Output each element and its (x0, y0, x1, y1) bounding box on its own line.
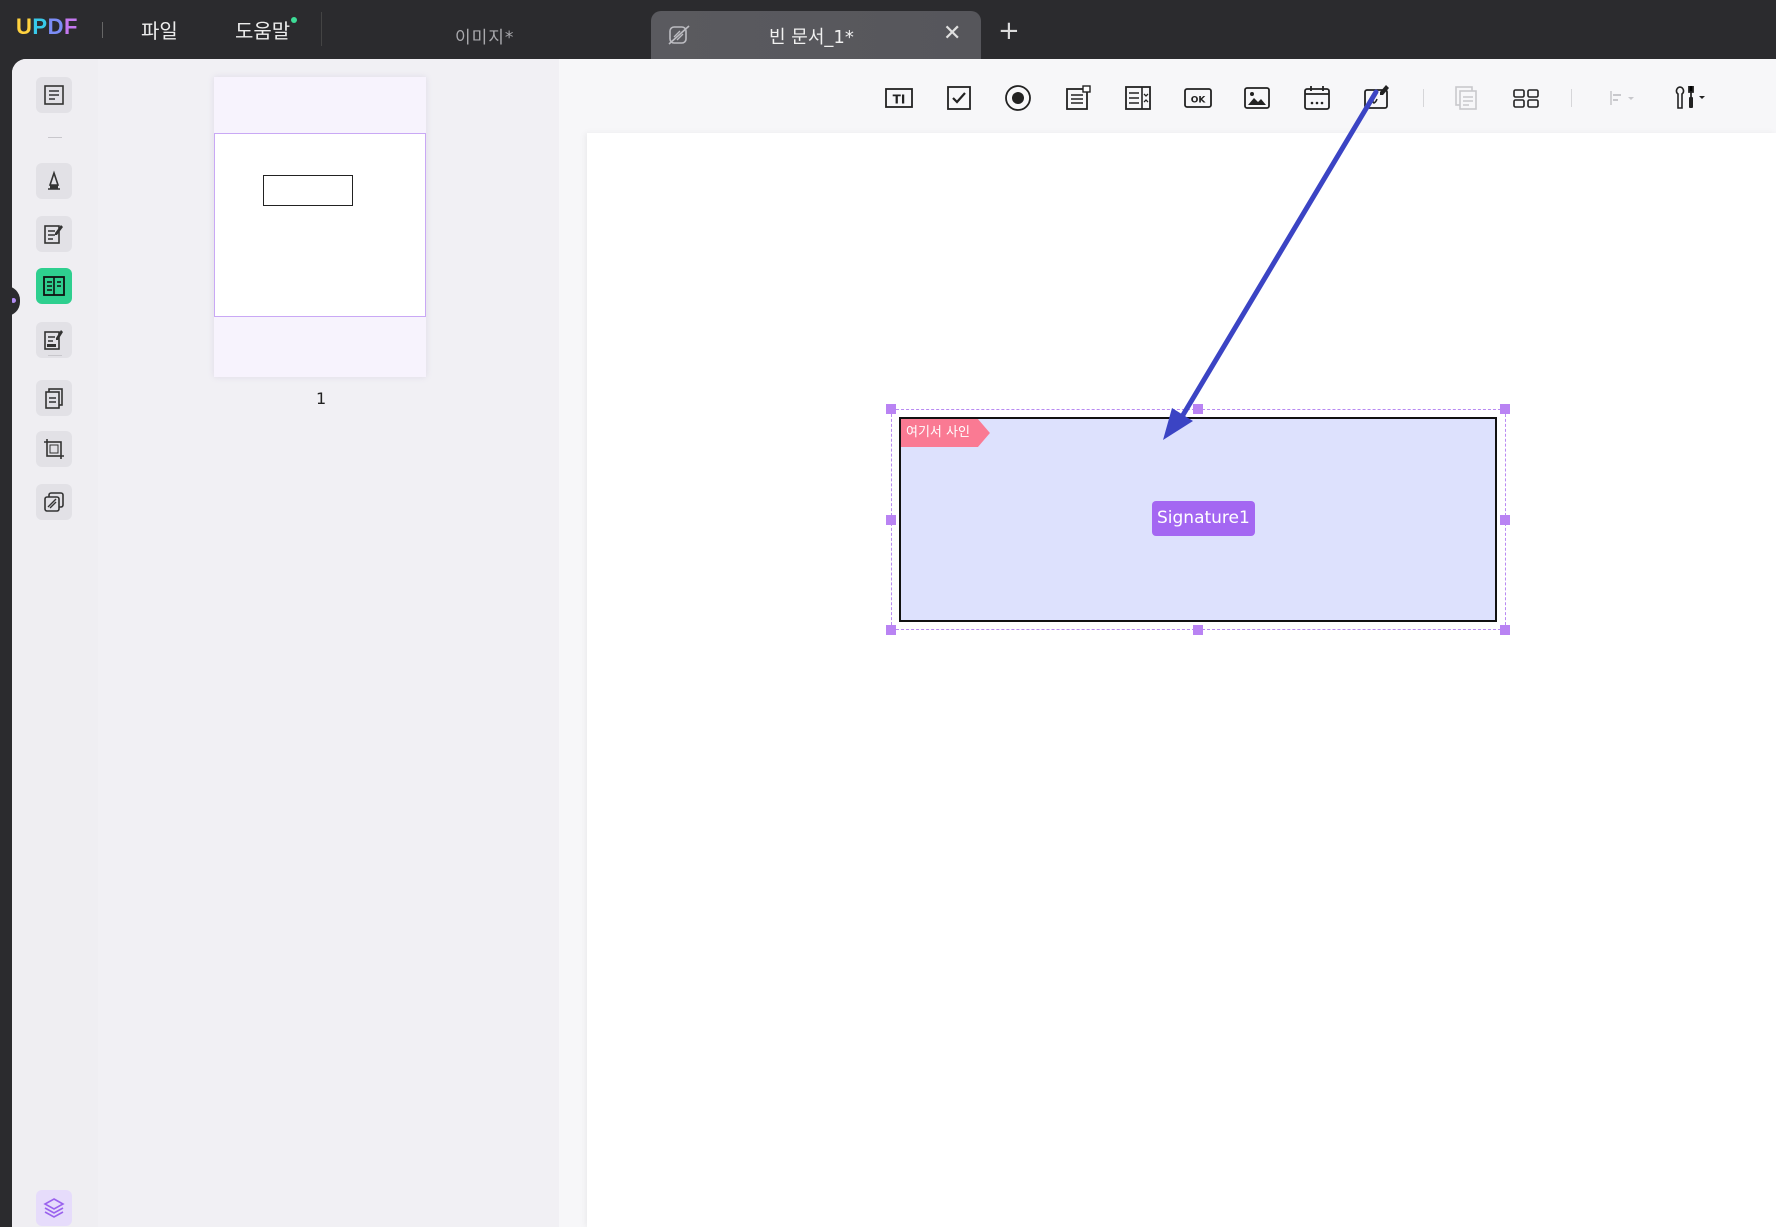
form-tools-dropdown[interactable] (1669, 81, 1713, 115)
align-icon (1610, 91, 1634, 105)
menu-divider (102, 22, 103, 38)
toolbar-divider (1423, 89, 1424, 107)
edit-mode-button[interactable] (36, 216, 72, 252)
add-tab-icon[interactable]: + (998, 18, 1020, 44)
combo-box-tool[interactable] (1061, 81, 1095, 115)
form-toolbar: TI OK (559, 59, 1776, 133)
text-field-tool[interactable]: TI (882, 81, 916, 115)
page-thumbnail[interactable] (214, 77, 426, 377)
radio-button-icon (1005, 85, 1031, 111)
form-mode-button[interactable] (36, 268, 72, 304)
resize-handle-bottom-right[interactable] (1500, 625, 1510, 635)
resize-handle-top-right[interactable] (1500, 404, 1510, 414)
app-workspace: 1 TI OK (12, 59, 1776, 1227)
form-icon (43, 276, 65, 296)
highlighter-icon (48, 170, 60, 190)
sign-document-icon (44, 330, 63, 350)
resize-handle-top-left[interactable] (886, 404, 896, 414)
rail-divider (48, 355, 62, 356)
updf-logo[interactable]: UPDF (16, 14, 78, 40)
pdf-page[interactable] (587, 133, 1776, 1227)
thumbnail-field-preview (263, 175, 353, 206)
thumbnail-panel: 1 (98, 59, 559, 1227)
layers-icon (43, 1198, 65, 1218)
thumbnail-page-number: 1 (316, 389, 327, 408)
grid-layout-icon (1513, 89, 1539, 108)
menu-file[interactable]: 파일 (141, 15, 178, 44)
reader-mode-button[interactable] (36, 77, 72, 113)
layers-button[interactable] (36, 1190, 72, 1226)
grid-layout-tool[interactable] (1509, 81, 1543, 115)
checkbox-icon (947, 86, 971, 110)
edit-document-icon (44, 225, 63, 244)
fill-sign-button[interactable] (36, 322, 72, 358)
tab-image[interactable]: 이미지* (455, 23, 514, 48)
organize-pages-button[interactable] (36, 380, 72, 416)
text-field-icon: TI (885, 88, 913, 108)
svg-text:TI: TI (893, 93, 906, 107)
left-toolbar (12, 59, 98, 1227)
signature-field-name: Signature1 (1152, 501, 1255, 536)
resize-handle-top[interactable] (1193, 404, 1203, 414)
signature-field-icon (1364, 85, 1389, 109)
date-field-icon (1304, 86, 1330, 110)
radio-button-tool[interactable] (1001, 81, 1035, 115)
button-icon: OK (1184, 88, 1212, 108)
resize-handle-bottom[interactable] (1193, 625, 1203, 635)
unsaved-document-icon (668, 25, 690, 45)
menu-help[interactable]: 도움말 (235, 15, 290, 44)
toolbar-divider (1571, 89, 1572, 107)
align-tool[interactable] (1604, 81, 1638, 115)
document-canvas: TI OK (559, 59, 1776, 1227)
list-box-tool[interactable] (1121, 81, 1155, 115)
date-field-tool[interactable] (1300, 81, 1334, 115)
sign-here-tag: 여기서 사인 (901, 419, 990, 447)
rail-divider (48, 137, 62, 138)
svg-text:OK: OK (1191, 96, 1207, 106)
active-mode-indicator (12, 286, 20, 316)
comment-mode-button[interactable] (36, 163, 72, 199)
image-field-icon (1244, 87, 1270, 109)
signature-field-tool[interactable] (1360, 81, 1394, 115)
title-bar: UPDF 파일 도움말 이미지* 빈 문서_1* ✕ + (0, 0, 1776, 59)
help-notification-dot (291, 17, 297, 23)
tab-divider (321, 12, 322, 46)
duplicate-tool[interactable] (1449, 81, 1483, 115)
signature-field[interactable]: 여기서 사인 Signature1 (899, 417, 1497, 622)
duplicate-icon (1455, 86, 1477, 110)
button-tool[interactable]: OK (1181, 81, 1215, 115)
resize-handle-left[interactable] (886, 515, 896, 525)
pages-icon (45, 388, 63, 409)
close-tab-icon[interactable]: ✕ (943, 21, 961, 46)
tab-blank-document[interactable]: 빈 문서_1* ✕ (651, 11, 981, 59)
redact-icon (44, 492, 64, 512)
resize-handle-right[interactable] (1500, 515, 1510, 525)
checkbox-tool[interactable] (942, 81, 976, 115)
protect-button[interactable] (36, 484, 72, 520)
thumbnail-page-content (214, 133, 426, 317)
tools-icon (1675, 86, 1705, 109)
book-icon (44, 85, 64, 105)
crop-button[interactable] (36, 431, 72, 467)
crop-icon (44, 439, 64, 459)
image-field-tool[interactable] (1240, 81, 1274, 115)
resize-handle-bottom-left[interactable] (886, 625, 896, 635)
combo-box-icon (1066, 85, 1091, 110)
tab-label: 빈 문서_1* (769, 27, 854, 48)
list-box-icon (1125, 86, 1151, 110)
